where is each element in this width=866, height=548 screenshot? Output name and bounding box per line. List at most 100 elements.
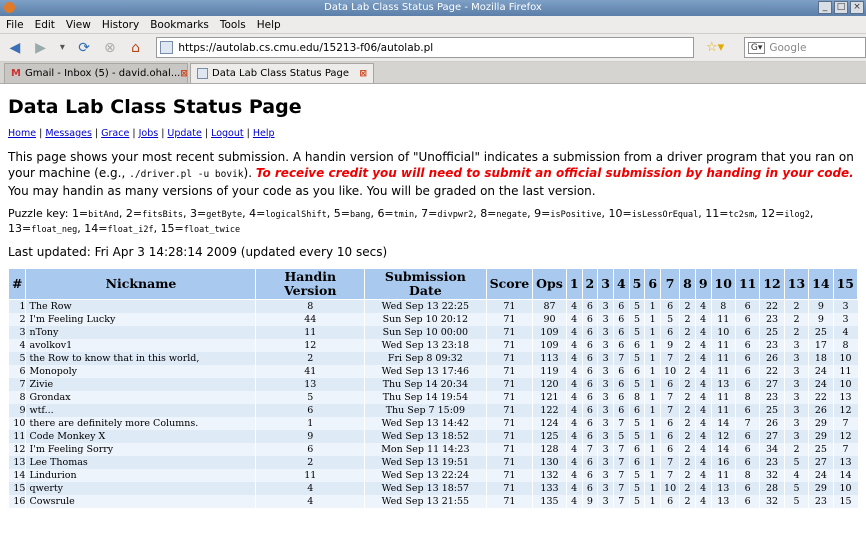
table-cell: 25: [808, 325, 834, 339]
table-cell: 3: [597, 494, 614, 508]
menu-view[interactable]: View: [66, 19, 91, 31]
search-input[interactable]: G▾ Google: [743, 37, 866, 58]
table-cell: 13: [832, 455, 858, 469]
table-cell: 11: [710, 351, 736, 365]
table-cell: 12: [832, 403, 858, 417]
table-cell: 3: [597, 377, 614, 391]
link-messages[interactable]: Messages: [45, 128, 92, 139]
table-cell: 32: [759, 468, 785, 482]
puzzle-key-item: 6=tmin,: [377, 207, 422, 220]
site-identity-icon[interactable]: [160, 41, 174, 54]
menu-help[interactable]: Help: [257, 19, 281, 31]
table-cell: 3: [783, 338, 809, 352]
column-header: Handin Version: [255, 268, 366, 300]
reload-button[interactable]: ⟳: [75, 39, 93, 57]
table-cell: 6: [734, 377, 760, 391]
table-cell: 3: [597, 299, 614, 313]
menu-file[interactable]: File: [6, 19, 24, 31]
tab-close-icon[interactable]: ⊠: [359, 69, 367, 79]
tab-gmail[interactable]: M Gmail - Inbox (5) - david.ohal... ⊠: [4, 63, 188, 83]
table-cell: 71: [485, 416, 533, 430]
table-cell: 22: [808, 390, 834, 404]
intro-text-2: ).: [243, 166, 256, 180]
url-bar[interactable]: https://autolab.cs.cmu.edu/15213-f06/aut…: [156, 37, 695, 58]
table-row: 8 Grondax 5 Thu Sep 14 19:54 71 121 4 6 3 6 8 1 7 2 4 1…: [7, 390, 858, 404]
table-cell: 6: [581, 403, 598, 417]
table-cell: 4: [565, 364, 583, 378]
search-engine-icon[interactable]: G▾: [747, 41, 766, 54]
link-logout[interactable]: Logout: [211, 128, 244, 139]
firefox-icon: [4, 2, 15, 13]
tab-data-lab[interactable]: Data Lab Class Status Page ⊠: [190, 63, 374, 83]
table-cell: 6: [581, 325, 598, 339]
table-row: 12 I'm Feeling Sorry 6 Mon Sep 11 14:23 71 12…: [7, 442, 858, 456]
history-dropdown-icon[interactable]: ▾: [57, 39, 67, 57]
maximize-button[interactable]: □: [834, 1, 848, 14]
puzzle-key-item: 4=logicalShift,: [249, 207, 334, 220]
table-cell: 71: [485, 312, 533, 326]
close-window-button[interactable]: ×: [850, 1, 864, 14]
table-cell: 1: [644, 377, 661, 391]
table-cell: 6: [734, 299, 760, 313]
table-cell: 3: [597, 481, 614, 495]
table-cell: 6: [255, 442, 365, 456]
table-cell: 7: [660, 390, 680, 404]
bookmark-star-icon[interactable]: ☆▾: [700, 39, 730, 57]
tab-close-icon[interactable]: ⊠: [180, 69, 187, 79]
home-button[interactable]: ⌂: [127, 39, 145, 57]
table-cell: 4: [783, 468, 809, 482]
stop-button[interactable]: ⊗: [101, 39, 119, 57]
table-cell: 3: [832, 312, 858, 326]
table-cell: 5: [628, 494, 645, 508]
link-jobs[interactable]: Jobs: [139, 128, 159, 139]
table-cell: Cowsrule: [25, 494, 256, 508]
page-content: Data Lab Class Status Page Home | Messag…: [0, 96, 866, 508]
link-help[interactable]: Help: [253, 128, 275, 139]
table-cell: 3: [597, 416, 614, 430]
table-cell: 2: [783, 299, 809, 313]
table-cell: 124: [532, 416, 567, 430]
table-cell: 4: [694, 377, 712, 391]
table-cell: 90: [532, 312, 567, 326]
intro-paragraph: This page shows your most recent submiss…: [8, 149, 858, 199]
minimize-button[interactable]: _: [818, 1, 832, 14]
table-cell: 3: [783, 377, 809, 391]
table-cell: 2: [679, 494, 696, 508]
table-cell: 6: [734, 455, 760, 469]
column-header: Nickname: [25, 268, 257, 300]
table-cell: 5: [628, 481, 645, 495]
table-cell: 16: [7, 494, 26, 508]
menu-tools[interactable]: Tools: [220, 19, 246, 31]
table-cell: 34: [759, 442, 785, 456]
menu-bookmarks[interactable]: Bookmarks: [150, 19, 209, 31]
table-cell: 6: [612, 403, 630, 417]
table-cell: 27: [759, 377, 785, 391]
table-cell: qwerty: [25, 481, 256, 495]
table-cell: 71: [485, 325, 533, 339]
table-cell: 119: [532, 364, 567, 378]
menu-edit[interactable]: Edit: [35, 19, 55, 31]
table-cell: 3: [597, 338, 614, 352]
table-cell: Thu Sep 14 19:54: [364, 390, 487, 404]
table-cell: Thu Sep 7 15:09: [364, 403, 487, 417]
menu-history[interactable]: History: [102, 19, 139, 31]
table-cell: 6: [628, 338, 645, 352]
table-cell: 8: [710, 299, 736, 313]
table-cell: Wed Sep 13 22:24: [364, 468, 487, 482]
table-cell: 8: [734, 468, 760, 482]
link-home[interactable]: Home: [8, 128, 36, 139]
table-cell: 1: [644, 494, 661, 508]
table-cell: the Row to know that in this world,: [25, 351, 256, 365]
table-cell: 4: [565, 312, 583, 326]
back-button[interactable]: ◀: [6, 39, 24, 57]
table-cell: 4: [694, 494, 712, 508]
table-cell: 7: [612, 416, 630, 430]
forward-button[interactable]: ▶: [32, 39, 50, 57]
table-cell: 6: [734, 429, 760, 443]
table-cell: 1: [644, 442, 661, 456]
link-update[interactable]: Update: [167, 128, 201, 139]
table-cell: nTony: [25, 325, 256, 339]
link-grace[interactable]: Grace: [101, 128, 129, 139]
table-cell: 28: [759, 481, 785, 495]
table-cell: 4: [565, 390, 583, 404]
